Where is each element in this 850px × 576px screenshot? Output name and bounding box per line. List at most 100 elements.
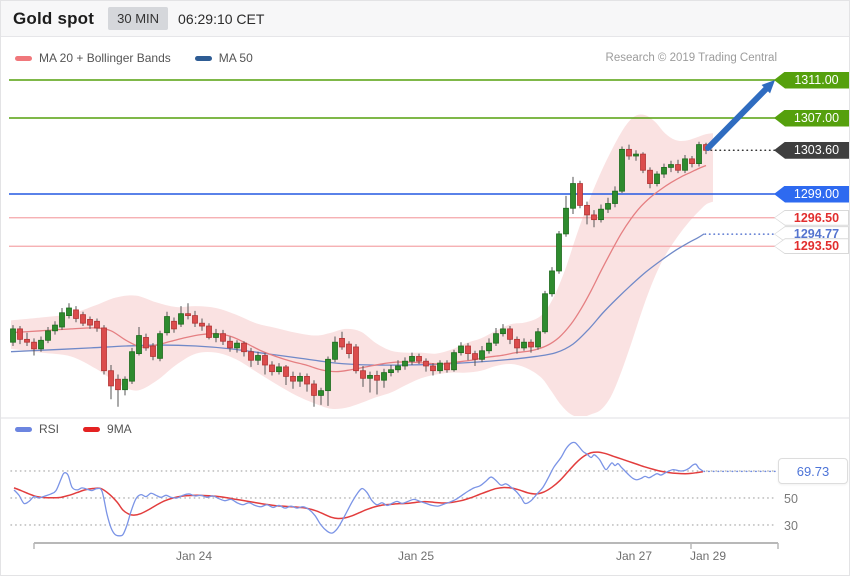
candle	[682, 158, 688, 171]
candle	[430, 365, 436, 372]
ma20-bollinger-swatch-icon	[15, 55, 32, 61]
candle	[353, 346, 359, 372]
candle	[94, 320, 100, 329]
main-chart-legend: MA 20 + Bollinger Bands MA 50	[15, 51, 277, 65]
rsi-9ma-line	[13, 451, 704, 520]
candle	[192, 315, 198, 324]
candle	[129, 351, 135, 382]
candle	[17, 328, 23, 340]
candle	[675, 164, 681, 171]
candle	[626, 148, 632, 157]
candle	[206, 325, 212, 338]
rsi-level-label-50: 50	[784, 492, 798, 506]
candle	[409, 356, 415, 362]
candle	[38, 339, 44, 350]
candle	[24, 338, 30, 343]
candle	[437, 362, 443, 372]
trading-central-chart-card: Gold spot 30 MIN 06:29:10 CET MA 20 + Bo…	[0, 0, 850, 576]
candle	[185, 313, 191, 317]
candle	[248, 351, 254, 361]
price-tag-value: 1296.50	[775, 210, 848, 225]
candle	[73, 309, 79, 319]
candle	[374, 375, 380, 381]
candle	[10, 328, 16, 343]
candle	[668, 164, 674, 168]
candle	[367, 375, 373, 379]
price-tag-1296.50: 1296.50	[774, 209, 849, 226]
candle	[136, 335, 142, 354]
price-tag-1293.50: 1293.50	[774, 238, 849, 255]
x-axis-label-jan-29: Jan 29	[689, 549, 727, 563]
candle	[157, 333, 163, 359]
candle	[360, 370, 366, 379]
candle	[605, 203, 611, 210]
candle	[213, 333, 219, 338]
candle	[696, 144, 702, 165]
candle	[549, 270, 555, 295]
candle	[339, 337, 345, 348]
candle	[227, 340, 233, 349]
candle	[52, 324, 58, 332]
rsi-level-label-30: 30	[784, 519, 798, 533]
candle	[178, 313, 184, 325]
candle	[59, 312, 65, 328]
candle	[640, 153, 646, 171]
candle	[507, 328, 513, 340]
candle	[311, 383, 317, 396]
candle	[661, 166, 667, 175]
chart-canvas	[1, 79, 849, 549]
candle	[220, 333, 226, 342]
candle	[528, 341, 534, 348]
candle	[577, 183, 583, 206]
ma50-swatch-icon	[194, 55, 212, 61]
price-tag-1307.00: 1307.00	[774, 109, 849, 127]
candle	[500, 328, 506, 335]
candle	[556, 233, 562, 272]
legend-label: MA 20 + Bollinger Bands	[39, 51, 171, 65]
x-axis-label-jan-24: Jan 24	[175, 549, 213, 563]
candle	[584, 204, 590, 216]
legend-label: RSI	[39, 422, 60, 436]
candle	[563, 207, 569, 235]
candle	[479, 350, 485, 360]
candle	[654, 173, 660, 184]
candle	[416, 356, 422, 362]
candle	[87, 318, 93, 326]
candle	[633, 153, 639, 157]
rsi-current-value-tag: 69.73	[778, 458, 848, 484]
rsi-line	[13, 441, 704, 537]
candle	[598, 208, 604, 221]
candle	[402, 360, 408, 367]
candle	[269, 364, 275, 373]
candle	[45, 330, 51, 341]
candle	[458, 345, 464, 354]
x-axis-label-jan-27: Jan 27	[615, 549, 653, 563]
rsi-9ma-swatch-icon	[83, 426, 101, 432]
candle	[388, 369, 394, 373]
candle	[122, 378, 128, 391]
candle	[689, 158, 695, 165]
candle	[346, 343, 352, 355]
candle	[143, 337, 149, 349]
x-axis-label-jan-25: Jan 25	[397, 549, 435, 563]
candle	[465, 345, 471, 354]
candle	[444, 362, 450, 371]
candle	[325, 358, 331, 392]
candle	[241, 342, 247, 353]
rsi-swatch-icon	[15, 426, 32, 432]
legend-item-ma50: MA 50	[194, 51, 253, 65]
candle	[101, 327, 107, 372]
price-tag-value: 1293.50	[775, 239, 848, 254]
candle	[66, 307, 72, 316]
candle	[514, 338, 520, 349]
price-tag-1303.60: 1303.60	[774, 141, 849, 159]
candle	[535, 331, 541, 348]
price-tag-1311.00: 1311.00	[774, 71, 849, 89]
rsi-legend: RSI 9MA	[15, 422, 156, 436]
candle	[542, 293, 548, 333]
research-watermark: Research © 2019 Trading Central	[605, 52, 777, 64]
candle	[423, 360, 429, 367]
candle	[255, 355, 261, 361]
candle	[304, 375, 310, 385]
candle	[619, 148, 625, 192]
